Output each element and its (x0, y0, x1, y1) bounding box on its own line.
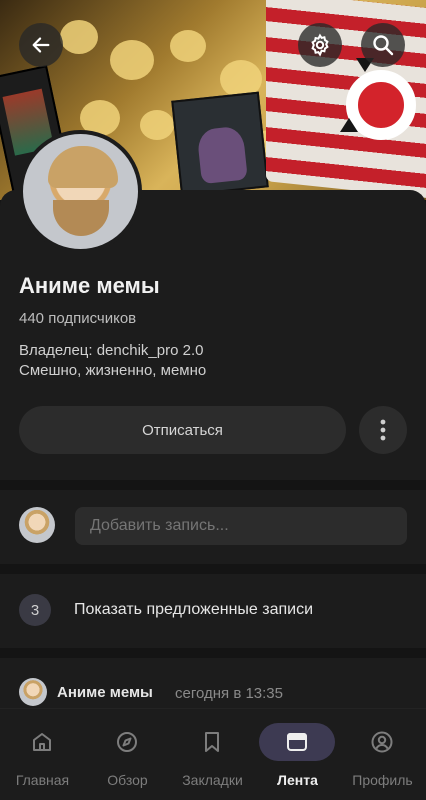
nav-item-bookmarks[interactable]: Закладки (170, 709, 255, 800)
nav-item-feed[interactable]: Лента (255, 709, 340, 800)
more-vertical-icon (380, 419, 386, 441)
suggested-count-badge: 3 (19, 594, 51, 626)
home-icon (33, 733, 51, 751)
search-icon (373, 35, 394, 56)
post-author-avatar (19, 678, 47, 706)
post-time: сегодня в 13:35 (175, 685, 283, 702)
post-item[interactable]: Аниме мемы сегодня в 13:35 (0, 658, 426, 710)
add-post-input[interactable] (75, 507, 407, 545)
arrow-left-icon (32, 37, 50, 53)
unsubscribe-button[interactable]: Отписаться (19, 406, 346, 454)
nav-item-explore[interactable]: Обзор (85, 709, 170, 800)
profile-icon (371, 731, 393, 753)
settings-button[interactable] (298, 23, 342, 67)
suggested-posts-row[interactable]: 3 Показать предложенные записи (0, 574, 426, 648)
subscribers-count[interactable]: 440 подписчиков (19, 310, 136, 327)
bookmark-icon (205, 732, 219, 752)
post-author: Аниме мемы (57, 684, 153, 701)
bottom-navigation: Главная Обзор Закладки Лента Профиль (0, 708, 426, 800)
community-description: Смешно, жизненно, мемно (19, 362, 207, 379)
owner-text: Владелец: denchik_pro 2.0 (19, 342, 204, 359)
feed-icon (287, 733, 307, 751)
more-button[interactable] (359, 406, 407, 454)
search-button[interactable] (361, 23, 405, 67)
compass-icon (117, 732, 137, 752)
gear-icon (311, 33, 329, 57)
community-avatar[interactable] (19, 130, 142, 253)
nav-item-profile[interactable]: Профиль (340, 709, 425, 800)
user-avatar (19, 507, 55, 543)
nav-item-home[interactable]: Главная (0, 709, 85, 800)
post-composer (0, 490, 426, 564)
suggested-posts-label: Показать предложенные записи (74, 601, 314, 618)
community-title: Аниме мемы (19, 273, 160, 298)
back-button[interactable] (19, 23, 63, 67)
